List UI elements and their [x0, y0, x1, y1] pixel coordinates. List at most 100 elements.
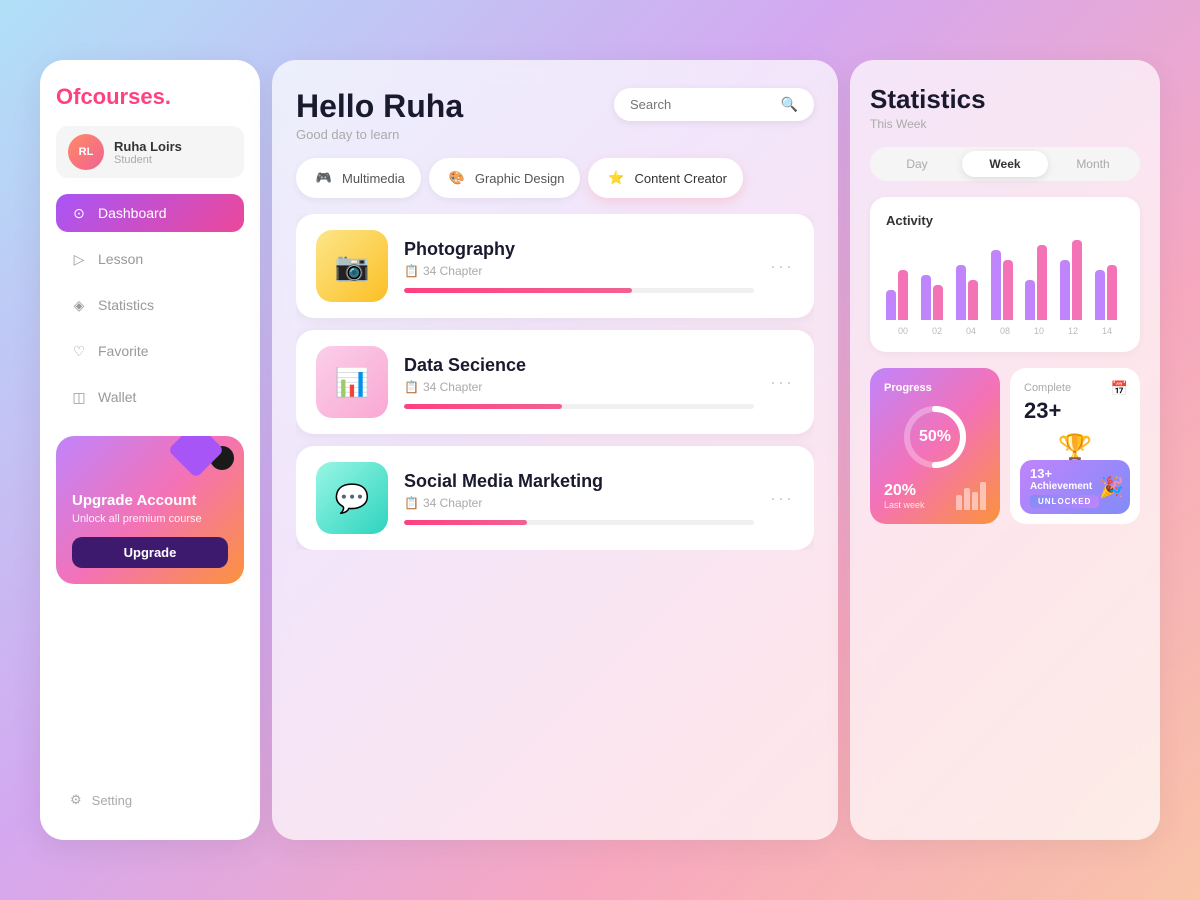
confetti-icon: 🎉	[1099, 475, 1124, 500]
achievement-number: 13+	[1030, 466, 1099, 481]
greeting-block: Hello Ruha Good day to learn	[296, 88, 463, 142]
bar-pink-5	[1037, 245, 1047, 320]
mini-bar-3	[972, 492, 978, 510]
time-tab-day[interactable]: Day	[874, 151, 960, 177]
greeting-subtitle: Good day to learn	[296, 127, 463, 142]
chart-group-4	[991, 250, 1020, 320]
mini-bars	[956, 480, 986, 510]
multimedia-icon: 🎮	[312, 166, 336, 190]
nav-label-lesson: Lesson	[98, 251, 143, 267]
chart-label-6: 14	[1090, 326, 1124, 336]
time-tabs: Day Week Month	[870, 147, 1140, 181]
course-card-datascience[interactable]: 📊 Data Secience 📋 34 Chapter ···	[296, 330, 814, 434]
nav-label-setting: Setting	[92, 793, 132, 808]
course-info-socialmedia: Social Media Marketing 📋 34 Chapter	[404, 471, 754, 525]
sidebar-item-dashboard[interactable]: ⊙ Dashboard	[56, 194, 244, 232]
user-role: Student	[114, 154, 182, 166]
nav-label-wallet: Wallet	[98, 389, 136, 405]
progress-bottom: 20% Last week	[884, 480, 986, 510]
lesson-icon: ▷	[70, 250, 88, 268]
stats-header: Statistics This Week	[870, 84, 1140, 131]
upgrade-title: Upgrade Account	[72, 492, 228, 509]
creator-icon: ⭐	[604, 166, 628, 190]
time-tab-month[interactable]: Month	[1050, 151, 1136, 177]
stats-subtitle: This Week	[870, 117, 1140, 131]
bar-pink-3	[968, 280, 978, 320]
sidebar-item-wallet[interactable]: ◫ Wallet	[56, 378, 244, 416]
course-title-datascience: Data Secience	[404, 355, 754, 376]
course-title-socialmedia: Social Media Marketing	[404, 471, 754, 492]
progress-percent: 50%	[919, 428, 951, 446]
last-week-value: 20%	[884, 482, 925, 500]
greeting-title: Hello Ruha	[296, 88, 463, 125]
bar-purple-7	[1095, 270, 1105, 320]
tab-creator-label: Content Creator	[634, 171, 727, 186]
sidebar-logo: Ofcourses.	[56, 84, 244, 110]
calendar-icon: 📅	[1111, 380, 1128, 397]
course-card-socialmedia[interactable]: 💬 Social Media Marketing 📋 34 Chapter ··…	[296, 446, 814, 550]
complete-number: 23+	[1024, 398, 1126, 424]
upgrade-button[interactable]: Upgrade	[72, 537, 228, 568]
progress-fill-socialmedia	[404, 520, 527, 525]
course-info-datascience: Data Secience 📋 34 Chapter	[404, 355, 754, 409]
dashboard-icon: ⊙	[70, 204, 88, 222]
course-chapter-datascience: 📋 34 Chapter	[404, 380, 754, 394]
bar-purple-5	[1025, 280, 1035, 320]
search-bar[interactable]: 🔍	[614, 88, 814, 121]
search-input[interactable]	[630, 97, 773, 112]
upgrade-card: Upgrade Account Unlock all premium cours…	[56, 436, 244, 584]
upgrade-desc: Unlock all premium course	[72, 513, 228, 525]
sidebar-item-lesson[interactable]: ▷ Lesson	[56, 240, 244, 278]
nav-label-favorite: Favorite	[98, 343, 149, 359]
mini-bar-2	[964, 488, 970, 510]
setting-icon: ⚙	[70, 792, 82, 808]
course-thumb-photography: 📷	[316, 230, 388, 302]
bar-pink-6	[1072, 240, 1082, 320]
bar-purple-1	[886, 290, 896, 320]
profile-info: Ruha Loirs Student	[114, 139, 182, 166]
bar-pink-7	[1107, 265, 1117, 320]
chart-label-0: 00	[886, 326, 920, 336]
more-options-socialmedia[interactable]: ···	[770, 488, 794, 509]
progress-card: Progress 50% 20% Last week	[870, 368, 1000, 524]
chart-label-5: 12	[1056, 326, 1090, 336]
course-chapter-socialmedia: 📋 34 Chapter	[404, 496, 754, 510]
sidebar-item-statistics[interactable]: ◈ Statistics	[56, 286, 244, 324]
chapter-icon: 📋	[404, 496, 419, 510]
tab-multimedia[interactable]: 🎮 Multimedia	[296, 158, 421, 198]
achievement-info: 13+ Achievement UNLOCKED	[1030, 466, 1099, 508]
time-tab-week[interactable]: Week	[962, 151, 1048, 177]
chart-group-6	[1060, 240, 1089, 320]
course-card-photography[interactable]: 📷 Photography 📋 34 Chapter ···	[296, 214, 814, 318]
upgrade-decoration	[156, 436, 234, 475]
center-header: Hello Ruha Good day to learn 🔍	[296, 88, 814, 142]
course-thumb-socialmedia: 💬	[316, 462, 388, 534]
sidebar-item-setting[interactable]: ⚙ Setting	[56, 784, 244, 816]
chart-label-4: 10	[1022, 326, 1056, 336]
bar-purple-4	[991, 250, 1001, 320]
chart-group-3	[956, 265, 985, 320]
tab-content-creator[interactable]: ⭐ Content Creator	[588, 158, 743, 198]
search-icon: 🔍	[781, 96, 798, 113]
tab-graphic-design[interactable]: 🎨 Graphic Design	[429, 158, 581, 198]
bar-pink-1	[898, 270, 908, 320]
chart-group-1	[886, 270, 915, 320]
avatar: RL	[68, 134, 104, 170]
stats-panel: Statistics This Week Day Week Month Acti…	[850, 60, 1160, 840]
user-profile[interactable]: RL Ruha Loirs Student	[56, 126, 244, 178]
progress-bar-socialmedia	[404, 520, 754, 525]
sidebar-item-favorite[interactable]: ♡ Favorite	[56, 332, 244, 370]
last-week-label: Last week	[884, 500, 925, 510]
bar-pink-2	[933, 285, 943, 320]
progress-bar-datascience	[404, 404, 754, 409]
bar-purple-2	[921, 275, 931, 320]
more-options-photography[interactable]: ···	[770, 256, 794, 277]
more-options-datascience[interactable]: ···	[770, 372, 794, 393]
complete-card: 📅 Complete 23+ 🏆 13+ Achievement UNLOCKE…	[1010, 368, 1140, 524]
bottom-stats: Progress 50% 20% Last week	[870, 368, 1140, 524]
chart-labels: 00 02 04 08 10 12 14	[886, 326, 1124, 336]
tab-multimedia-label: Multimedia	[342, 171, 405, 186]
course-title-photography: Photography	[404, 239, 754, 260]
achievement-label: Achievement	[1030, 481, 1099, 492]
progress-fill-photography	[404, 288, 632, 293]
